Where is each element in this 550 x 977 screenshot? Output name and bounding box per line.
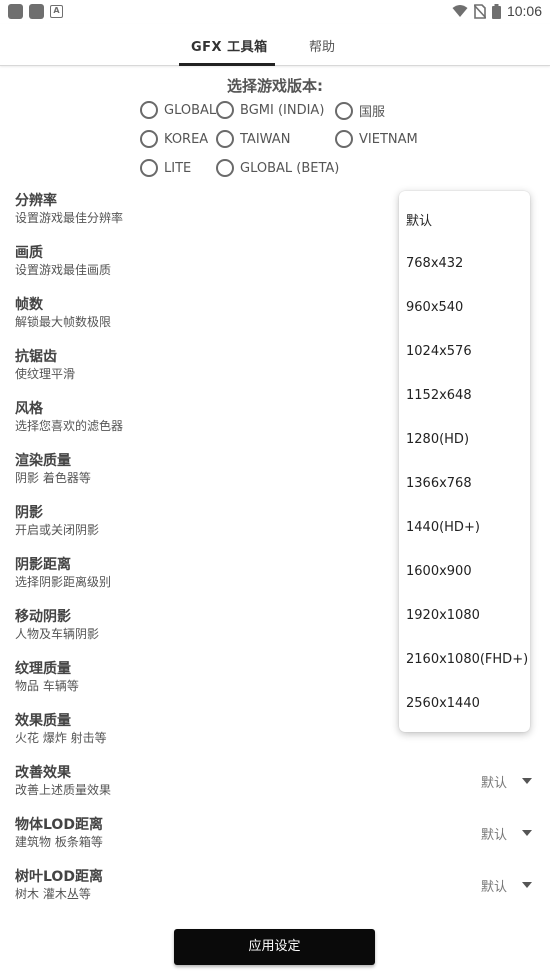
- dropdown-option[interactable]: 1280(HD): [406, 432, 469, 447]
- radio-label: GLOBAL: [164, 102, 217, 118]
- setting-shadows[interactable]: 阴影 开启或关闭阴影: [15, 504, 99, 538]
- setting-subtitle: 设置游戏最佳分辨率: [15, 211, 124, 225]
- tab-help[interactable]: 帮助: [309, 36, 335, 55]
- setting-subtitle: 阴影 着色器等: [15, 471, 91, 485]
- setting-shadow-distance[interactable]: 阴影距离 选择阴影距离级别: [15, 556, 111, 590]
- setting-texture-quality[interactable]: 纹理质量 物品 车辆等: [15, 660, 79, 694]
- battery-icon: [491, 3, 501, 19]
- radio-global[interactable]: GLOBAL: [140, 101, 216, 119]
- setting-resolution[interactable]: 分辨率 设置游戏最佳分辨率: [15, 192, 123, 226]
- setting-subtitle: 物品 车辆等: [15, 679, 79, 693]
- setting-subtitle: 火花 爆炸 射击等: [15, 731, 107, 745]
- setting-graphics[interactable]: 画质 设置游戏最佳画质: [15, 244, 111, 278]
- tab-indicator: [179, 63, 275, 66]
- dropdown-option[interactable]: 960x540: [406, 300, 463, 315]
- setting-subtitle: 选择阴影距离级别: [15, 575, 112, 589]
- dropdown-option[interactable]: 默认: [406, 210, 432, 229]
- radio-label: 国服: [359, 105, 386, 120]
- setting-title: 纹理质量: [15, 661, 71, 677]
- a-notification-icon: A: [50, 5, 63, 18]
- tab-bar: GFX 工具箱 帮助: [0, 24, 550, 66]
- app-notification-icon: [8, 4, 23, 19]
- setting-improve-effects[interactable]: 改善效果 改善上述质量效果: [15, 764, 111, 798]
- radio-circle[interactable]: [140, 101, 158, 119]
- setting-moving-shadows[interactable]: 移动阴影 人物及车辆阴影: [15, 608, 99, 642]
- radio-circle[interactable]: [216, 159, 234, 177]
- radio-bgmi[interactable]: BGMI (INDIA): [216, 101, 324, 119]
- radio-china[interactable]: 国服: [335, 101, 385, 120]
- setting-title: 移动阴影: [15, 609, 71, 625]
- dropdown-option[interactable]: 1920x1080: [406, 608, 480, 623]
- tab-gfx-toolbox[interactable]: GFX 工具箱: [191, 36, 268, 55]
- setting-subtitle: 设置游戏最佳画质: [15, 263, 112, 277]
- chevron-down-icon[interactable]: [522, 778, 532, 784]
- wifi-icon: [452, 5, 468, 17]
- dropdown-option[interactable]: 2160x1080(FHD+): [406, 652, 528, 667]
- radio-label: KOREA: [164, 131, 209, 147]
- dropdown-option[interactable]: 2560x1440: [406, 696, 480, 711]
- dropdown-option[interactable]: 1440(HD+): [406, 520, 480, 535]
- setting-subtitle: 使纹理平滑: [15, 367, 76, 381]
- setting-antialiasing[interactable]: 抗锯齿 使纹理平滑: [15, 348, 75, 382]
- radio-taiwan[interactable]: TAIWAN: [216, 130, 290, 148]
- radio-label: TAIWAN: [240, 131, 291, 147]
- setting-title: 画质: [15, 245, 43, 261]
- setting-subtitle: 改善上述质量效果: [15, 783, 112, 797]
- setting-effects-quality[interactable]: 效果质量 火花 爆炸 射击等: [15, 712, 107, 746]
- radio-circle[interactable]: [140, 130, 158, 148]
- setting-title: 阴影距离: [15, 557, 71, 573]
- radio-vietnam[interactable]: VIETNAM: [335, 130, 418, 148]
- setting-foliage-lod[interactable]: 树叶LOD距离 树木 灌木丛等: [15, 868, 103, 902]
- setting-style[interactable]: 风格 选择您喜欢的滤色器: [15, 400, 123, 434]
- radio-circle[interactable]: [140, 159, 158, 177]
- setting-render-quality[interactable]: 渲染质量 阴影 着色器等: [15, 452, 91, 486]
- setting-subtitle: 建筑物 板条箱等: [15, 835, 103, 849]
- setting-subtitle: 人物及车辆阴影: [15, 627, 100, 641]
- setting-title: 树叶LOD距离: [15, 869, 103, 885]
- setting-title: 渲染质量: [15, 453, 71, 469]
- setting-fps[interactable]: 帧数 解锁最大帧数极限: [15, 296, 111, 330]
- foliage-lod-spinner[interactable]: 默认: [481, 876, 507, 895]
- setting-title: 效果质量: [15, 713, 71, 729]
- dropdown-option[interactable]: 1024x576: [406, 344, 472, 359]
- radio-korea[interactable]: KOREA: [140, 130, 208, 148]
- dropdown-option[interactable]: 1366x768: [406, 476, 472, 491]
- radio-circle[interactable]: [216, 130, 234, 148]
- setting-title: 抗锯齿: [15, 349, 57, 365]
- radio-circle[interactable]: [216, 101, 234, 119]
- radio-label: LITE: [164, 160, 192, 176]
- chevron-down-icon[interactable]: [522, 882, 532, 888]
- status-bar: A 10:06: [0, 0, 550, 24]
- radio-label: BGMI (INDIA): [240, 102, 325, 118]
- apply-settings-button[interactable]: 应用设定: [174, 929, 375, 965]
- object-lod-spinner[interactable]: 默认: [481, 824, 507, 843]
- radio-label: VIETNAM: [359, 131, 418, 147]
- improve-effects-spinner[interactable]: 默认: [481, 772, 507, 791]
- radio-label: GLOBAL (BETA): [240, 160, 340, 176]
- setting-title: 帧数: [15, 297, 43, 313]
- dropdown-option[interactable]: 1600x900: [406, 564, 472, 579]
- setting-title: 分辨率: [15, 193, 57, 209]
- setting-subtitle: 解锁最大帧数极限: [15, 315, 112, 329]
- dropdown-option[interactable]: 768x432: [406, 256, 463, 271]
- clock: 10:06: [506, 3, 542, 19]
- dropdown-option[interactable]: 1152x648: [406, 388, 472, 403]
- radio-global-beta[interactable]: GLOBAL (BETA): [216, 159, 339, 177]
- resolution-dropdown: 默认 768x432 960x540 1024x576 1152x648 128…: [399, 191, 530, 732]
- radio-circle[interactable]: [335, 101, 353, 120]
- radio-circle[interactable]: [335, 130, 353, 148]
- setting-title: 改善效果: [15, 765, 71, 781]
- radio-lite[interactable]: LITE: [140, 159, 191, 177]
- setting-subtitle: 开启或关闭阴影: [15, 523, 100, 537]
- setting-subtitle: 选择您喜欢的滤色器: [15, 419, 124, 433]
- setting-object-lod[interactable]: 物体LOD距离 建筑物 板条箱等: [15, 816, 103, 850]
- setting-title: 风格: [15, 401, 43, 417]
- app-notification-icon: [29, 4, 44, 19]
- no-sim-icon: [473, 3, 486, 19]
- chevron-down-icon[interactable]: [522, 830, 532, 836]
- setting-subtitle: 树木 灌木丛等: [15, 887, 91, 901]
- setting-title: 物体LOD距离: [15, 817, 103, 833]
- setting-title: 阴影: [15, 505, 43, 521]
- version-title: 选择游戏版本:: [227, 77, 323, 95]
